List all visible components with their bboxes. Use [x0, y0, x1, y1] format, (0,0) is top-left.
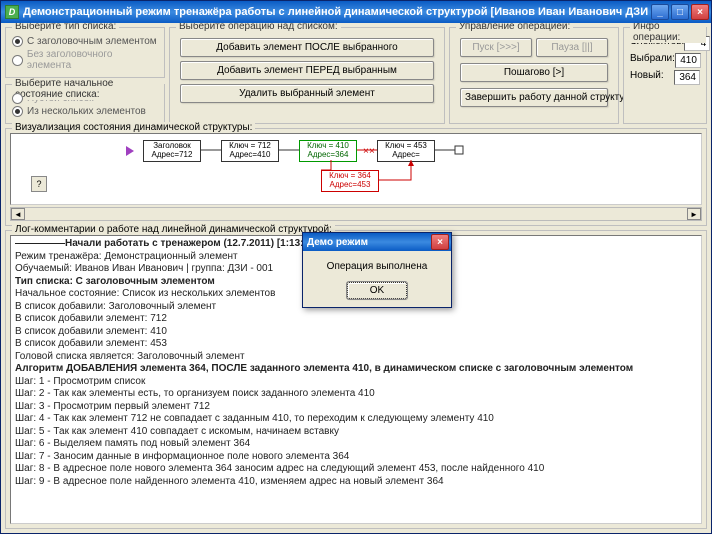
- log-line: Шаг: 3 - Просмотрим первый элемент 712: [15, 401, 697, 414]
- log-line: Шаг: 1 - Просмотрим список: [15, 376, 697, 389]
- group-control-legend: Управление операцией:: [456, 23, 573, 32]
- radio-several-elements[interactable]: Из нескольких элементов: [12, 106, 158, 117]
- add-after-button[interactable]: Добавить элемент ПОСЛЕ выбранного: [180, 38, 434, 57]
- log-line: Шаг: 7 - Заносим данные в информационное…: [15, 451, 697, 464]
- modal-dialog: Демо режим × Операция выполнена OK: [302, 232, 452, 308]
- log-line: В список добавили элемент: 453: [15, 338, 697, 351]
- app-icon: D: [5, 5, 19, 19]
- close-button[interactable]: ×: [691, 4, 709, 20]
- scroll-left-icon[interactable]: ◄: [11, 208, 25, 220]
- linkage-arrows: × ×: [11, 134, 511, 205]
- group-list-type-legend: Выберите тип списка:: [12, 23, 119, 32]
- log-line: Шаг: 9 - В адресное поле найденного элем…: [15, 476, 697, 489]
- finish-button[interactable]: Завершить работу данной структуры: [460, 88, 608, 107]
- add-before-button[interactable]: Добавить элемент ПЕРЕД выбранным: [180, 61, 434, 80]
- viz-canvas: Заголовок Адрес=712 Ключ = 712 Адрес=410…: [10, 133, 702, 205]
- group-log-legend: Лог-комментарии о работе над линейной ди…: [12, 224, 335, 235]
- viz-scrollbar[interactable]: ◄ ►: [10, 207, 702, 221]
- log-line: Шаг: 8 - В адресное поле нового элемента…: [15, 463, 697, 476]
- window-controls: _ □ ×: [651, 4, 709, 20]
- group-visualization: Визуализация состояния динамической стру…: [5, 128, 707, 226]
- radio-label: Из нескольких элементов: [27, 106, 146, 117]
- modal-close-button[interactable]: ×: [431, 234, 449, 250]
- titlebar: D Демонстрационный режим тренажёра работ…: [1, 1, 711, 23]
- group-init-state: Выберите начальное состояние списка: Пус…: [5, 84, 165, 124]
- delete-button[interactable]: Удалить выбранный элемент: [180, 84, 434, 103]
- radio-with-header[interactable]: С заголовочным элементом: [12, 36, 158, 47]
- radio-icon: [12, 36, 23, 47]
- modal-message: Операция выполнена: [327, 261, 428, 272]
- log-line: В список добавили элемент: 410: [15, 326, 697, 339]
- log-line: Шаг: 4 - Так как элемент 712 не совпадае…: [15, 413, 697, 426]
- group-operations: Выберите операцию над списком: Добавить …: [169, 27, 445, 124]
- log-line: Шаг: 6 - Выделяем память под новый элеме…: [15, 438, 697, 451]
- window-title: Демонстрационный режим тренажёра работы …: [23, 6, 651, 18]
- radio-label: Без заголовочного элемента: [27, 49, 158, 71]
- svg-text:×: ×: [369, 146, 375, 157]
- radio-icon: [12, 93, 23, 104]
- group-viz-legend: Визуализация состояния динамической стру…: [12, 122, 255, 133]
- log-line: В список добавили элемент: 712: [15, 313, 697, 326]
- group-list-type: Выберите тип списка: С заголовочным элем…: [5, 27, 165, 78]
- maximize-button[interactable]: □: [671, 4, 689, 20]
- radio-icon: [12, 55, 23, 66]
- modal-title: Демо режим: [307, 237, 431, 248]
- log-line: Алгоритм ДОБАВЛЕНИЯ элемента 364, ПОСЛЕ …: [15, 363, 697, 376]
- radio-label: С заголовочным элементом: [27, 36, 157, 47]
- stat-selected-value: 410: [675, 53, 701, 68]
- modal-ok-button[interactable]: OK: [347, 282, 407, 299]
- minimize-button[interactable]: _: [651, 4, 669, 20]
- log-line: Шаг: 2 - Так как элементы есть, то орган…: [15, 388, 697, 401]
- group-control: Управление операцией: Пуск [>>>] Пауза […: [449, 27, 619, 124]
- group-operations-legend: Выберите операцию над списком:: [176, 23, 341, 32]
- log-line: Шаг: 5 - Так как элемент 410 совпадает с…: [15, 426, 697, 439]
- group-stats-legend: Инфо операции:: [630, 23, 706, 43]
- scroll-right-icon[interactable]: ►: [687, 208, 701, 220]
- radio-icon: [12, 106, 23, 117]
- pause-button[interactable]: Пауза [||]: [536, 38, 608, 57]
- modal-titlebar: Демо режим ×: [303, 233, 451, 251]
- radio-without-header[interactable]: Без заголовочного элемента: [12, 49, 158, 71]
- log-line: Головой списка является: Заголовочный эл…: [15, 351, 697, 364]
- stat-new-value: 364: [674, 70, 700, 85]
- start-button[interactable]: Пуск [>>>]: [460, 38, 532, 57]
- group-init-state-legend: Выберите начальное состояние списка:: [12, 78, 164, 100]
- group-stats: Инфо операции: Элементов: 4 Выбрали: 410…: [623, 27, 707, 124]
- step-button[interactable]: Пошагово [>]: [460, 63, 608, 82]
- stat-selected-label: Выбрали:: [630, 53, 675, 68]
- stat-new-label: Новый:: [630, 70, 664, 85]
